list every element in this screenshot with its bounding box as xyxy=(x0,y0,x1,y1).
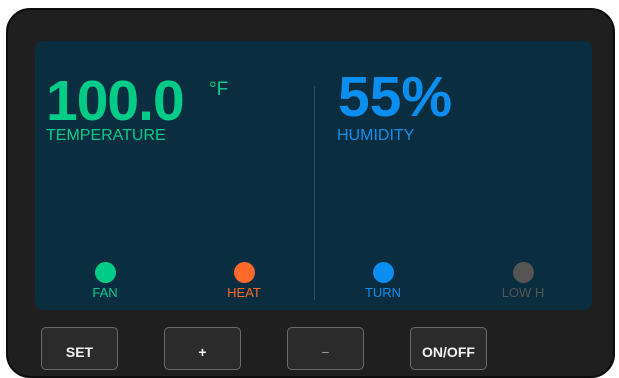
turn-indicator: TURN xyxy=(343,262,423,299)
humidity-label: HUMIDITY xyxy=(337,127,415,144)
temperature-label: TEMPERATURE xyxy=(46,127,166,144)
low-humidity-indicator-light xyxy=(512,262,534,283)
set-button[interactable]: SET xyxy=(41,327,118,370)
decrease-button[interactable]: − xyxy=(287,327,364,370)
fan-indicator: FAN xyxy=(65,262,145,299)
heat-indicator-light xyxy=(233,262,255,283)
low-humidity-indicator: LOW H xyxy=(483,262,563,299)
power-button[interactable]: ON/OFF xyxy=(410,327,487,370)
increase-button[interactable]: + xyxy=(164,327,241,370)
temperature-value: 100.0 xyxy=(46,69,185,133)
turn-indicator-label: TURN xyxy=(364,285,402,300)
temperature-unit: °F xyxy=(209,79,229,100)
display-divider xyxy=(314,86,315,300)
fan-indicator-light xyxy=(94,262,116,283)
fan-indicator-label: FAN xyxy=(92,285,118,300)
heat-indicator: HEAT xyxy=(204,262,284,299)
heat-indicator-label: HEAT xyxy=(227,285,261,300)
humidity-value: 55% xyxy=(338,65,453,129)
low-humidity-indicator-label: LOW H xyxy=(501,285,545,300)
turn-indicator-light xyxy=(372,262,394,283)
